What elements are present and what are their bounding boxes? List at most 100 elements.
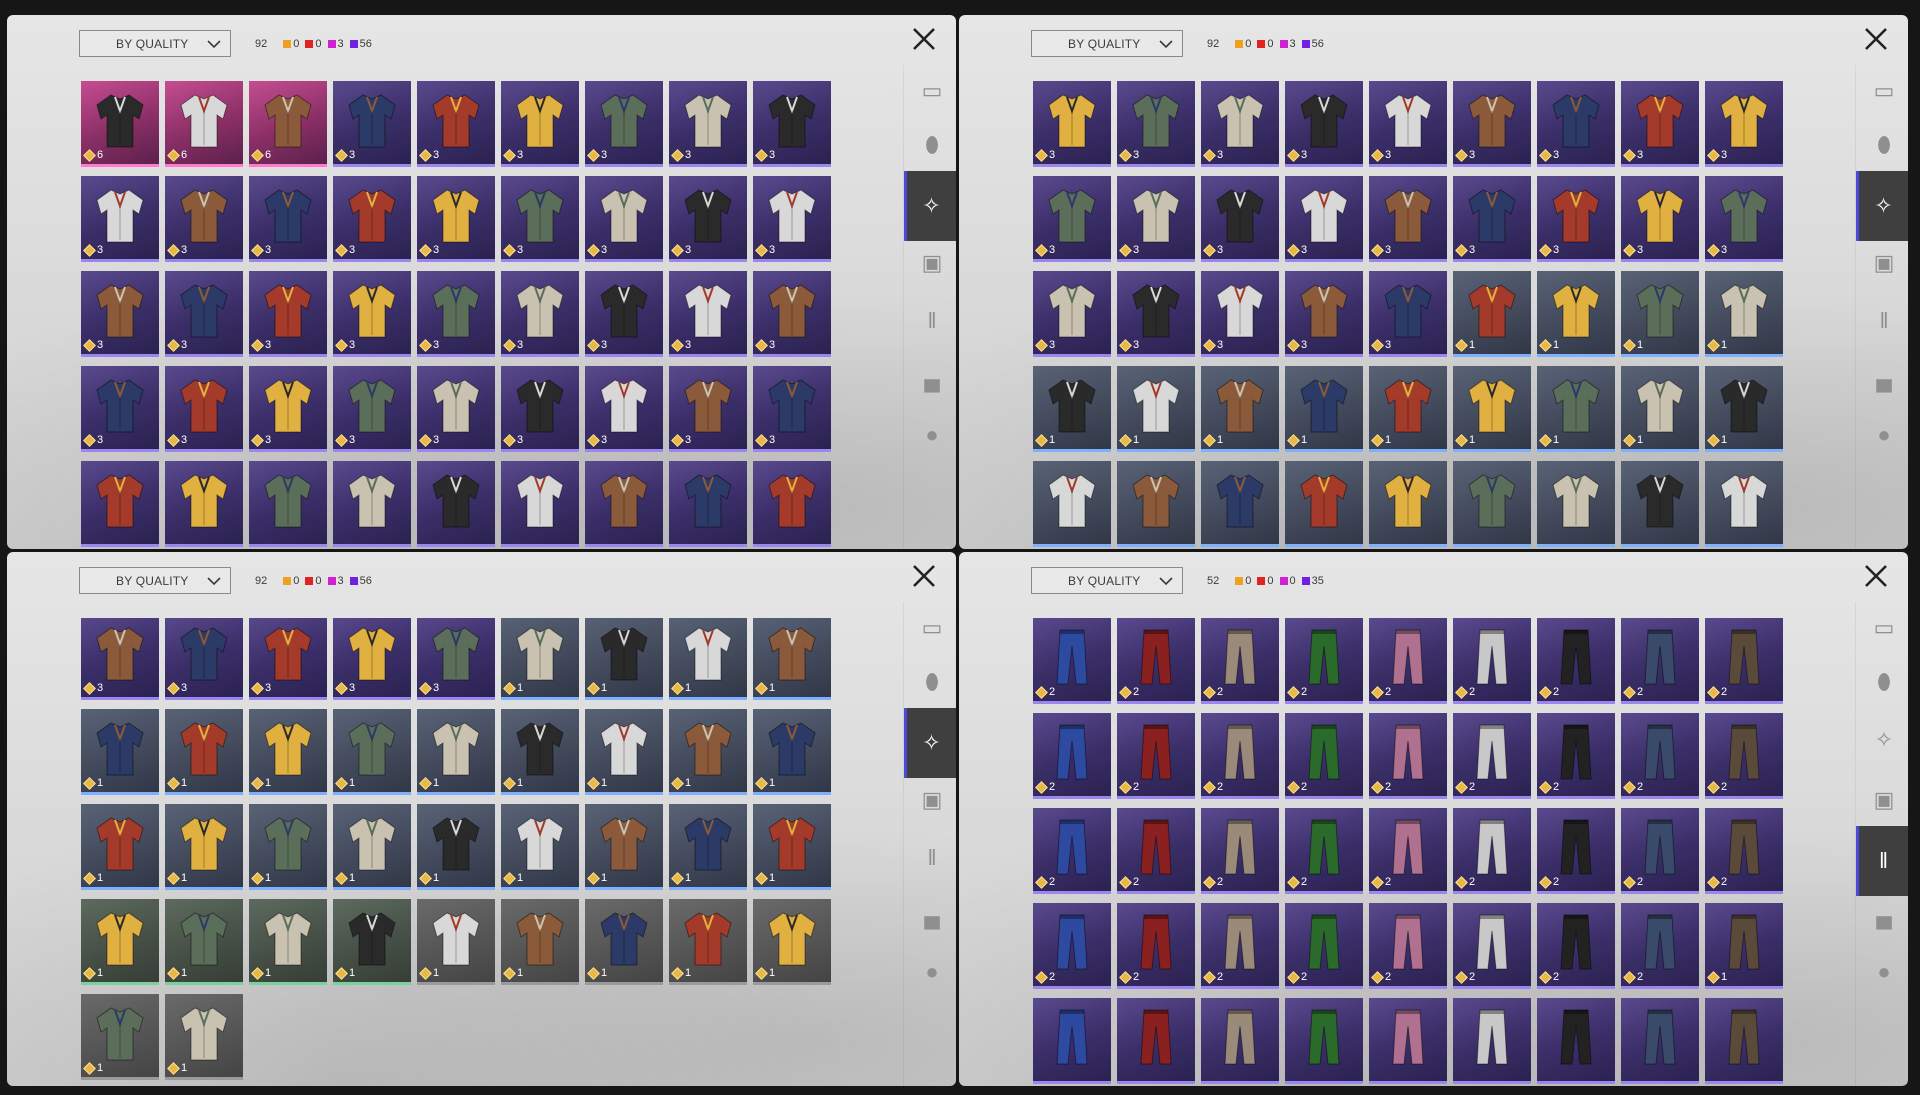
item-tile[interactable]: 2 <box>1117 903 1195 989</box>
item-tile[interactable]: 2 <box>1201 808 1279 894</box>
item-tile[interactable]: 3 <box>1033 271 1111 357</box>
item-tile[interactable] <box>1453 998 1531 1084</box>
item-tile[interactable]: 3 <box>333 618 411 700</box>
item-tile[interactable]: 2 <box>1537 618 1615 704</box>
item-tile[interactable]: 1 <box>501 804 579 890</box>
item-tile[interactable]: 3 <box>501 271 579 357</box>
vest-icon[interactable]: ▣ <box>914 782 950 818</box>
close-icon[interactable] <box>1862 562 1890 590</box>
mask-icon[interactable]: ⬮ <box>914 664 950 700</box>
item-tile[interactable]: 3 <box>81 366 159 452</box>
item-tile[interactable] <box>1033 461 1111 547</box>
close-icon[interactable] <box>910 25 938 53</box>
sort-quality-dropdown[interactable]: BY QUALITY <box>79 30 231 57</box>
item-tile[interactable] <box>165 461 243 547</box>
item-tile[interactable]: 1 <box>669 618 747 700</box>
item-tile[interactable]: 6 <box>81 81 159 167</box>
item-tile[interactable]: 3 <box>165 618 243 700</box>
item-tile[interactable] <box>417 461 495 547</box>
item-tile[interactable]: 1 <box>501 618 579 700</box>
item-tile[interactable]: 3 <box>1285 271 1363 357</box>
close-icon[interactable] <box>1862 25 1890 53</box>
sort-quality-dropdown[interactable]: BY QUALITY <box>1031 567 1183 594</box>
item-tile[interactable]: 1 <box>81 899 159 985</box>
boots-icon[interactable]: ▄ <box>1866 361 1902 397</box>
item-tile[interactable] <box>1201 461 1279 547</box>
item-tile[interactable]: 1 <box>669 899 747 985</box>
item-tile[interactable]: 3 <box>1369 81 1447 167</box>
item-tile[interactable]: 3 <box>1033 81 1111 167</box>
boots-icon[interactable]: ▄ <box>914 898 950 934</box>
item-tile[interactable] <box>1705 998 1783 1084</box>
item-tile[interactable]: 3 <box>165 176 243 262</box>
mask-icon[interactable]: ⬮ <box>1866 127 1902 163</box>
pants-icon[interactable]: ‖ <box>1856 826 1908 896</box>
boots-icon[interactable]: ▄ <box>1866 898 1902 934</box>
close-icon[interactable] <box>910 562 938 590</box>
item-tile[interactable]: 3 <box>81 176 159 262</box>
item-tile[interactable]: 3 <box>1537 81 1615 167</box>
item-tile[interactable]: 2 <box>1033 713 1111 799</box>
item-tile[interactable]: 3 <box>1621 81 1699 167</box>
item-tile[interactable]: 2 <box>1705 618 1783 704</box>
item-tile[interactable]: 3 <box>333 81 411 167</box>
gloves-icon[interactable]: ● <box>1866 954 1902 990</box>
item-tile[interactable]: 1 <box>669 804 747 890</box>
item-tile[interactable]: 3 <box>1453 81 1531 167</box>
item-tile[interactable]: 3 <box>585 81 663 167</box>
item-tile[interactable]: 3 <box>165 366 243 452</box>
item-tile[interactable]: 1 <box>753 709 831 795</box>
item-tile[interactable]: 1 <box>81 804 159 890</box>
item-tile[interactable] <box>669 461 747 547</box>
item-tile[interactable]: 3 <box>1117 271 1195 357</box>
item-tile[interactable]: 1 <box>585 709 663 795</box>
item-tile[interactable]: 3 <box>1201 176 1279 262</box>
item-tile[interactable]: 1 <box>165 899 243 985</box>
item-tile[interactable]: 1 <box>417 804 495 890</box>
item-tile[interactable]: 3 <box>1285 81 1363 167</box>
item-tile[interactable]: 3 <box>1705 81 1783 167</box>
mask-icon[interactable]: ⬮ <box>1866 664 1902 700</box>
item-tile[interactable]: 1 <box>417 709 495 795</box>
item-tile[interactable]: 3 <box>1033 176 1111 262</box>
item-tile[interactable]: 3 <box>669 176 747 262</box>
item-tile[interactable]: 2 <box>1453 808 1531 894</box>
item-tile[interactable]: 3 <box>333 366 411 452</box>
pants-icon[interactable]: ‖ <box>1866 303 1902 339</box>
item-tile[interactable]: 1 <box>1621 366 1699 452</box>
item-tile[interactable]: 3 <box>669 271 747 357</box>
item-tile[interactable]: 1 <box>81 709 159 795</box>
item-tile[interactable] <box>1453 461 1531 547</box>
item-tile[interactable]: 2 <box>1621 808 1699 894</box>
item-tile[interactable]: 3 <box>1117 176 1195 262</box>
item-tile[interactable] <box>1285 998 1363 1084</box>
item-tile[interactable]: 2 <box>1537 903 1615 989</box>
item-tile[interactable]: 1 <box>1453 271 1531 357</box>
item-tile[interactable]: 2 <box>1453 903 1531 989</box>
item-tile[interactable]: 2 <box>1117 808 1195 894</box>
gloves-icon[interactable]: ● <box>1866 417 1902 453</box>
item-tile[interactable]: 1 <box>249 709 327 795</box>
item-tile[interactable]: 1 <box>1621 271 1699 357</box>
item-tile[interactable]: 2 <box>1537 713 1615 799</box>
item-tile[interactable]: 1 <box>333 804 411 890</box>
item-tile[interactable]: 2 <box>1285 618 1363 704</box>
item-tile[interactable] <box>1705 461 1783 547</box>
item-tile[interactable]: 2 <box>1285 808 1363 894</box>
item-tile[interactable]: 3 <box>417 81 495 167</box>
item-tile[interactable] <box>249 461 327 547</box>
gloves-icon[interactable]: ● <box>914 417 950 453</box>
vest-icon[interactable]: ▣ <box>914 245 950 281</box>
item-tile[interactable]: 3 <box>1201 81 1279 167</box>
item-tile[interactable]: 3 <box>249 366 327 452</box>
item-tile[interactable]: 3 <box>753 81 831 167</box>
item-tile[interactable]: 2 <box>1033 618 1111 704</box>
item-tile[interactable] <box>333 461 411 547</box>
item-tile[interactable]: 1 <box>753 899 831 985</box>
item-tile[interactable]: 1 <box>417 899 495 985</box>
item-tile[interactable] <box>1285 461 1363 547</box>
item-tile[interactable]: 3 <box>753 366 831 452</box>
item-tile[interactable]: 3 <box>501 81 579 167</box>
item-tile[interactable]: 1 <box>1705 903 1783 989</box>
item-tile[interactable]: 3 <box>417 271 495 357</box>
